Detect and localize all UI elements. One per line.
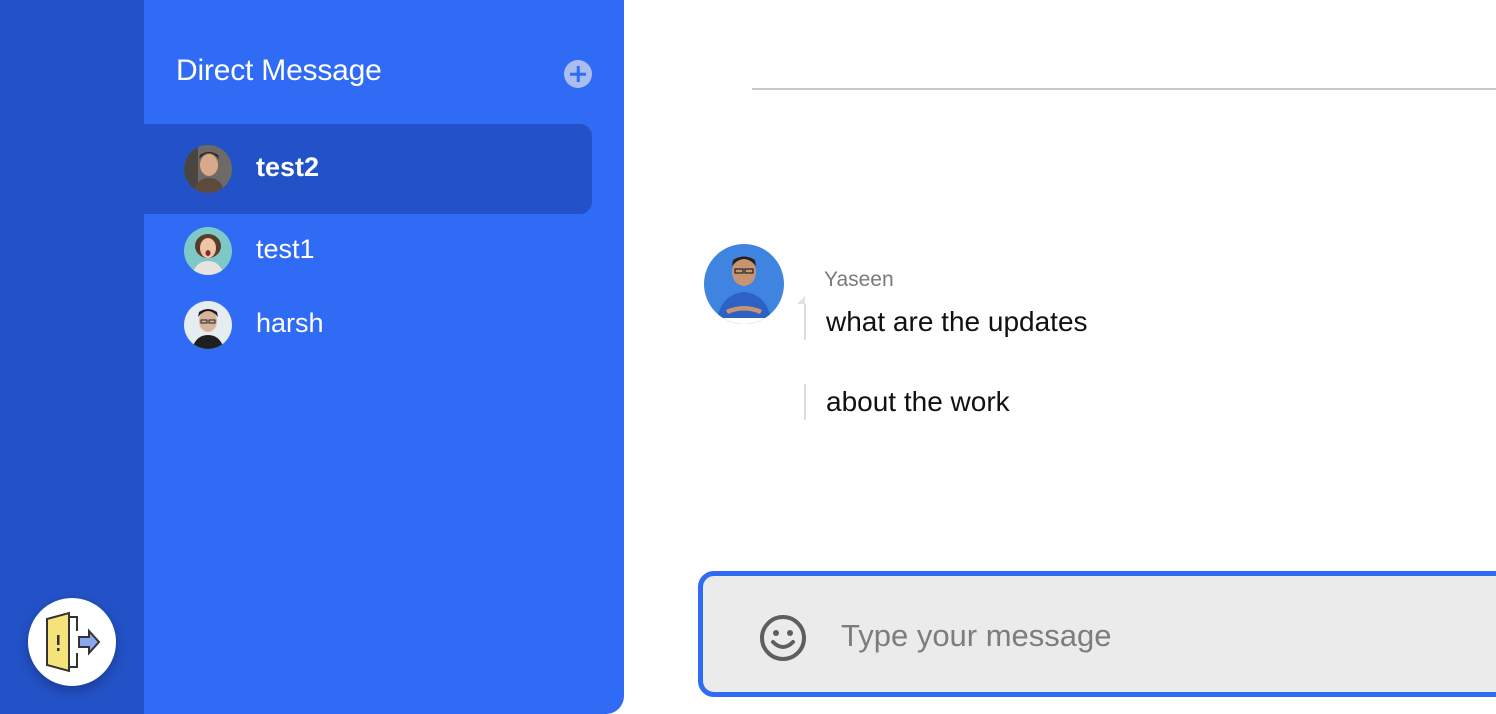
avatar: [184, 301, 232, 349]
chat-app: Direct Message test2 test1 harsh Yaseen …: [0, 0, 1496, 714]
avatar: [184, 145, 232, 193]
door-exit-icon: [46, 611, 101, 673]
direct-message-panel: Direct Message test2 test1 harsh: [144, 0, 624, 714]
contact-name: test2: [256, 152, 320, 182]
message-input[interactable]: [841, 610, 1481, 662]
add-conversation-button[interactable]: [564, 60, 592, 88]
message-composer: [698, 571, 1496, 697]
message-tail: [797, 296, 805, 304]
avatar: [184, 227, 232, 275]
contact-name: test1: [256, 234, 315, 264]
sender-avatar: [704, 244, 784, 324]
message-sender-name: Yaseen: [824, 268, 894, 291]
smiley-icon: [760, 615, 806, 661]
contact-item-harsh[interactable]: harsh: [144, 292, 592, 358]
message-bubble: what are the updates: [804, 304, 1088, 340]
contact-item-test1[interactable]: test1: [144, 218, 592, 284]
left-rail: [0, 0, 144, 714]
message-bubble: about the work: [804, 384, 1010, 420]
logout-button[interactable]: [28, 598, 116, 686]
header-divider: [752, 88, 1496, 90]
panel-title: Direct Message: [176, 54, 382, 87]
contact-item-test2[interactable]: test2: [144, 124, 592, 214]
emoji-button[interactable]: [759, 614, 807, 662]
contact-name: harsh: [256, 308, 324, 338]
